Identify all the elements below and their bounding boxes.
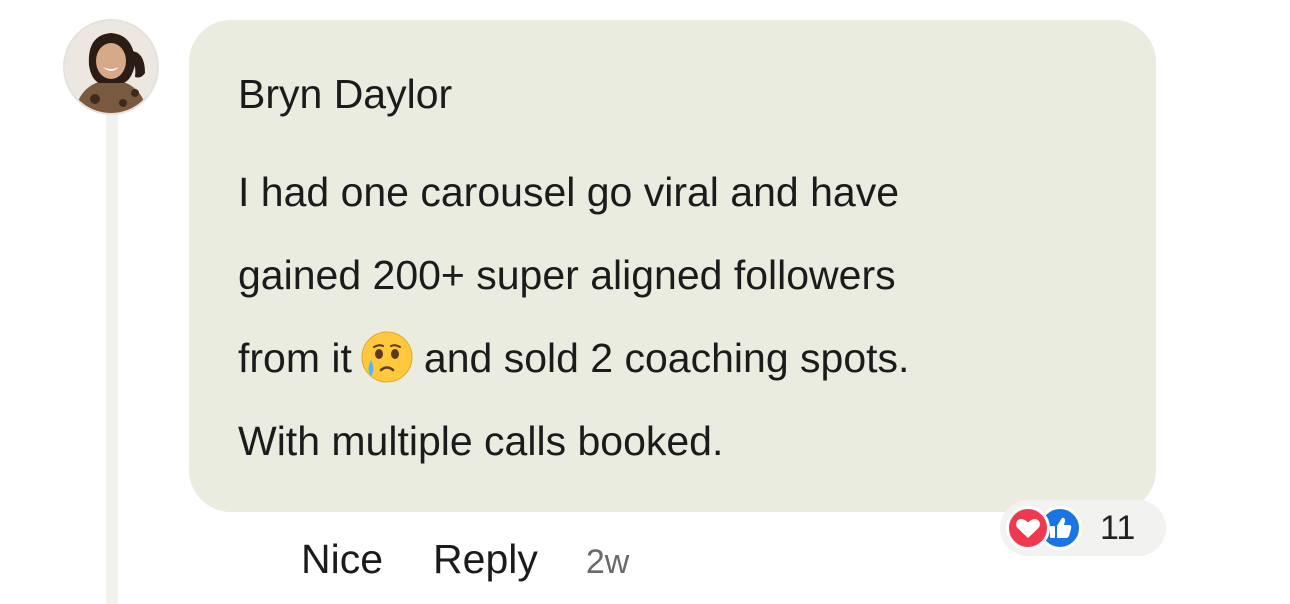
nice-button[interactable]: Nice bbox=[301, 536, 383, 583]
avatar[interactable] bbox=[63, 19, 159, 115]
comment-actions: Nice Reply 2w bbox=[301, 536, 629, 586]
comment-bubble: Bryn Daylor I had one carousel go viral … bbox=[189, 20, 1156, 512]
comment-thread: Bryn Daylor I had one carousel go viral … bbox=[0, 0, 1290, 604]
comment-line: gained 200+ super aligned followers bbox=[238, 252, 896, 298]
avatar-photo-icon bbox=[65, 21, 157, 113]
thread-line bbox=[106, 110, 118, 604]
comment-line: I had one carousel go viral and have bbox=[238, 169, 900, 215]
comment-line-part: and sold 2 coaching spots. bbox=[423, 335, 910, 381]
reaction-summary[interactable]: 11 bbox=[1000, 500, 1166, 556]
face-holding-back-tears-icon bbox=[360, 330, 414, 384]
comment-author[interactable]: Bryn Daylor bbox=[238, 70, 452, 118]
comment-line: With multiple calls booked. bbox=[238, 418, 724, 464]
reply-button[interactable]: Reply bbox=[433, 536, 538, 583]
comment-text: I had one carousel go viral and have gai… bbox=[238, 151, 1118, 483]
love-icon bbox=[1006, 506, 1050, 550]
comment-timestamp[interactable]: 2w bbox=[586, 543, 629, 582]
reaction-count: 11 bbox=[1100, 509, 1136, 547]
comment-line-part: from it bbox=[238, 335, 352, 381]
comment-line: from it and sold 2 coaching spots. bbox=[238, 317, 1118, 400]
